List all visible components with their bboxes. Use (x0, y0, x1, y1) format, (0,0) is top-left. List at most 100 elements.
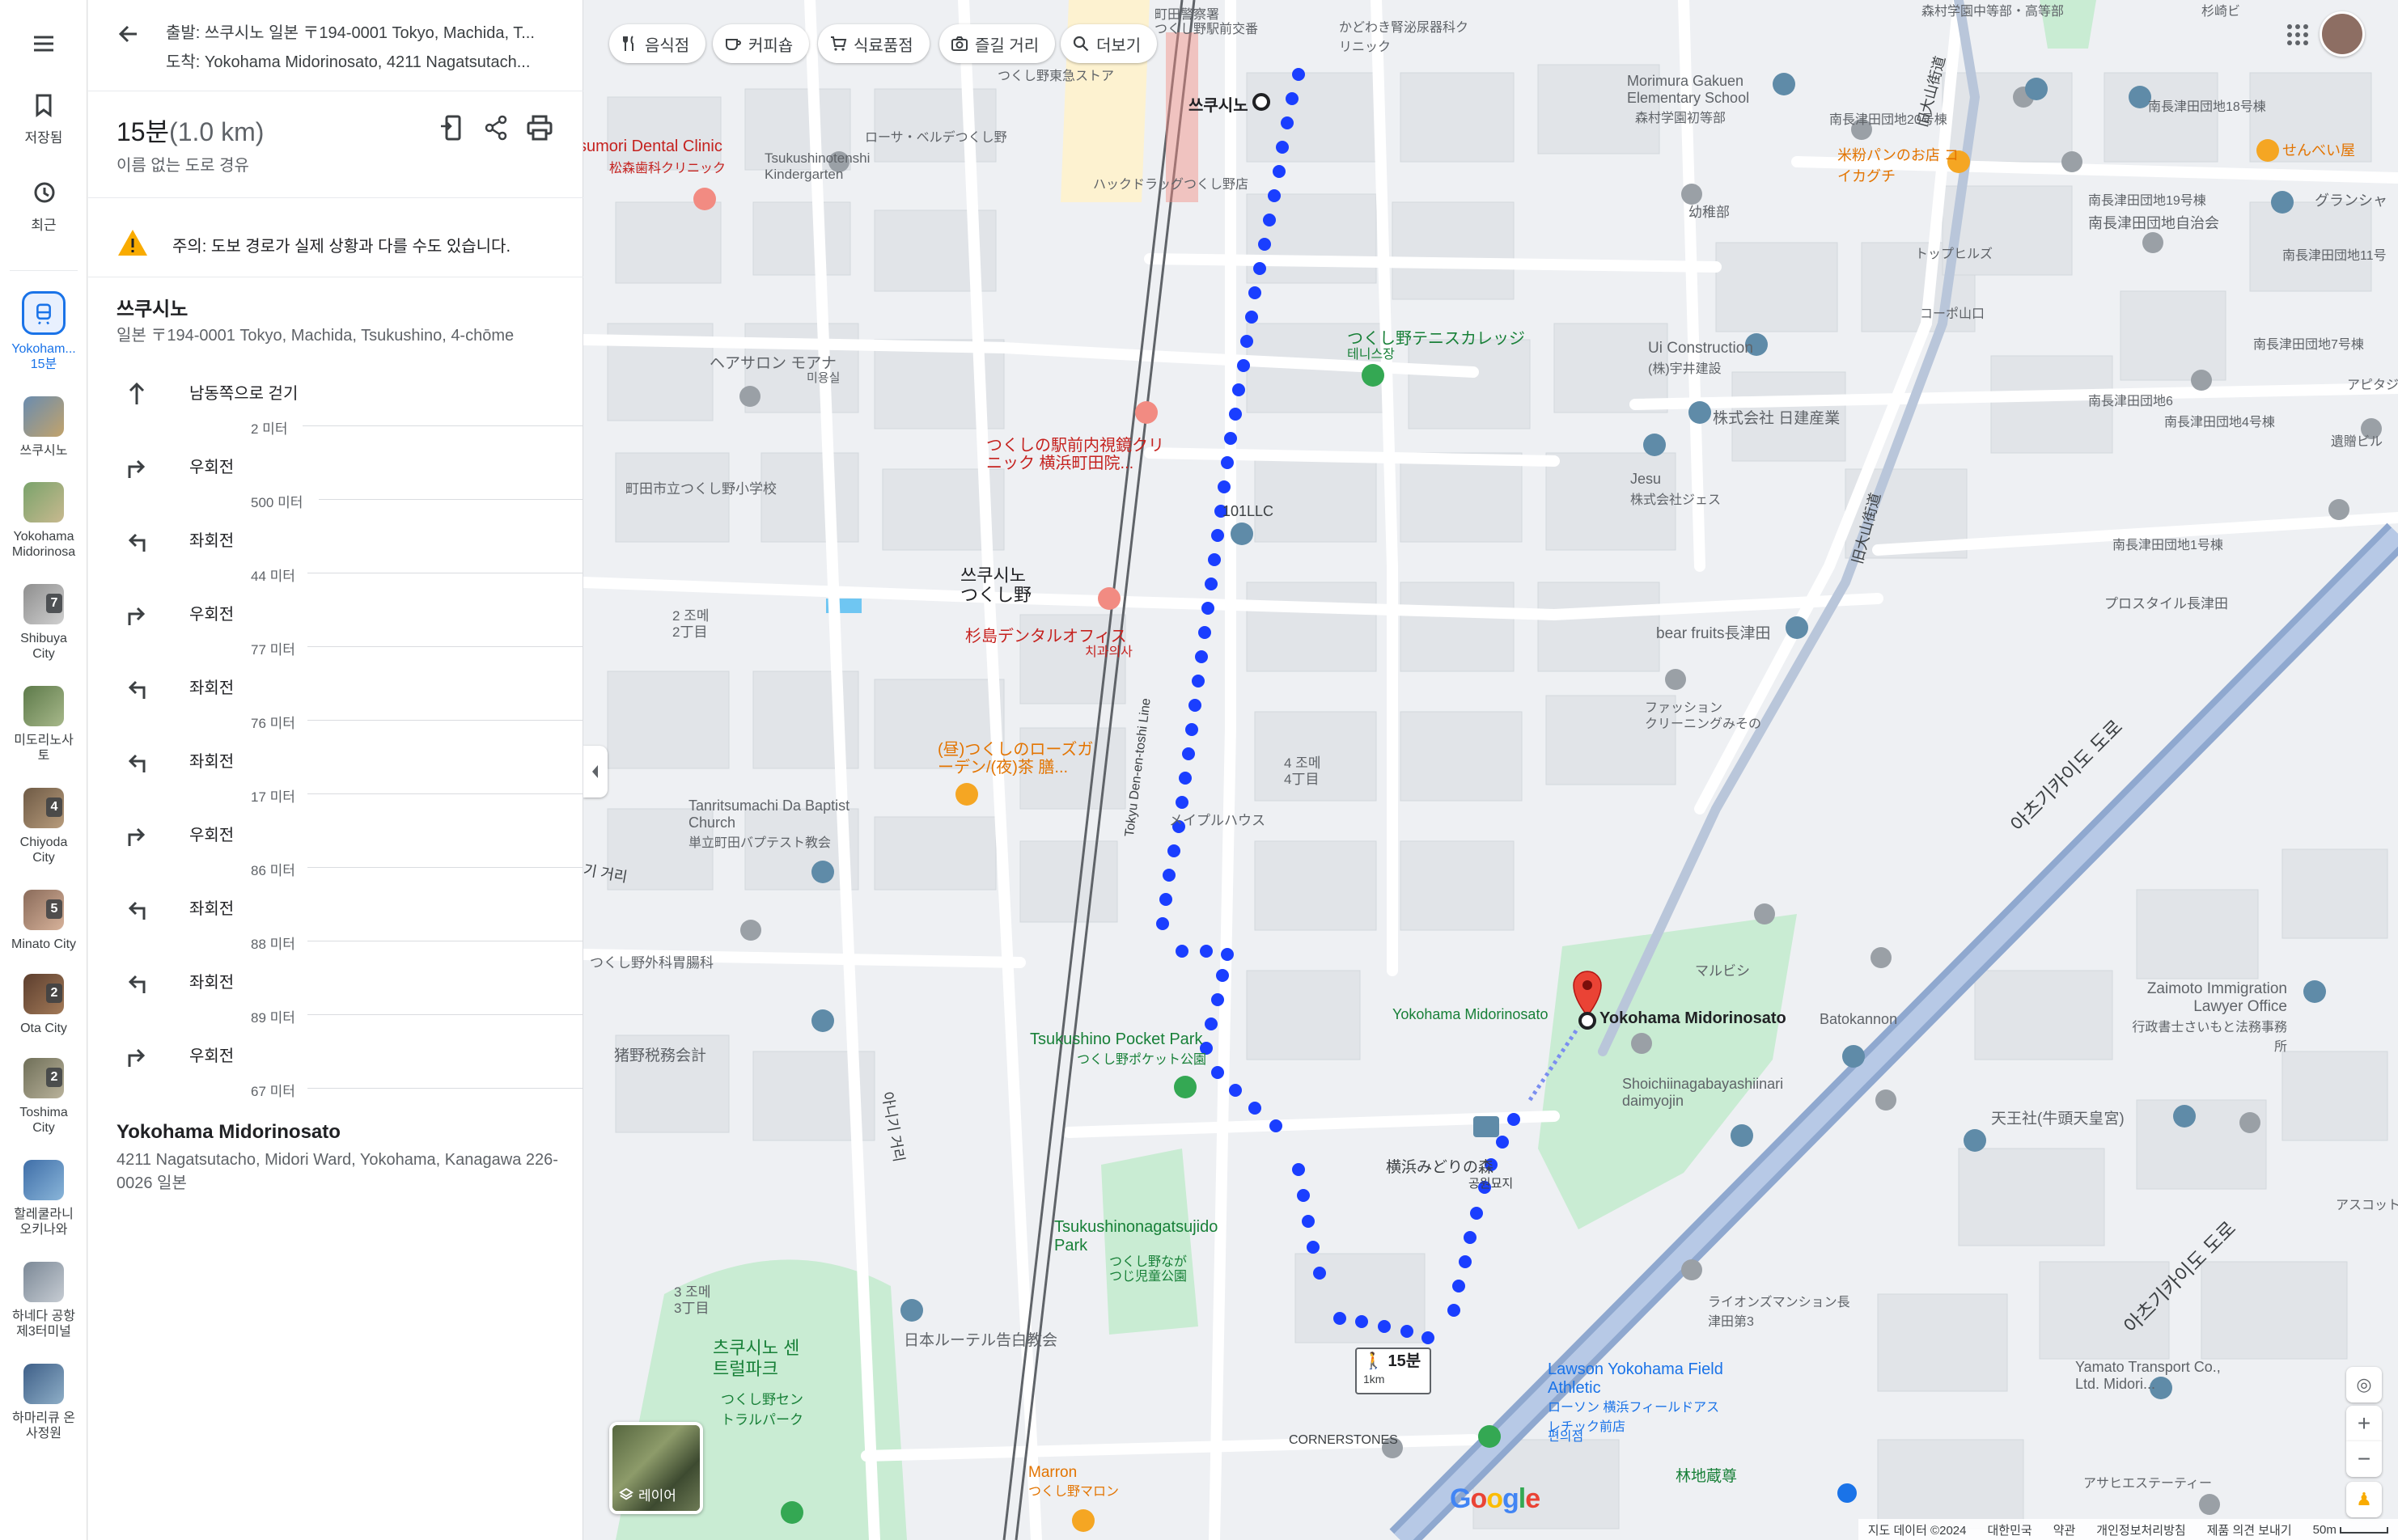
poi-marker[interactable] (1231, 522, 1253, 545)
poi-label: つくし野外科胃腸科 (590, 955, 714, 971)
step-item[interactable]: 좌회전 76 미터 (117, 663, 584, 737)
step-distance: 2 미터 (251, 421, 288, 437)
menu-button[interactable] (0, 28, 87, 65)
privacy-link[interactable]: 개인정보처리방침 (2096, 1521, 2185, 1538)
poi-label: 미용실 (807, 371, 841, 385)
poi-label: Batokannon (1820, 1011, 1898, 1027)
layers-button[interactable]: 레이어 (609, 1422, 703, 1514)
terms-link[interactable]: 약관 (2053, 1521, 2076, 1538)
district-label: 4 조메 4丁目 (1284, 755, 1321, 787)
apps-grid-icon[interactable] (2286, 23, 2310, 47)
region-link[interactable]: 대한민국 (1987, 1521, 2032, 1538)
my-location-button[interactable]: ◎ (2346, 1367, 2382, 1402)
route-badge-time: 15분 (1388, 1352, 1421, 1370)
walking-icon: 🚶 (1363, 1352, 1383, 1370)
route-summary: 15분(1.0 km) (117, 112, 264, 149)
scale-label[interactable]: 50m (2313, 1523, 2388, 1537)
route-duration-badge[interactable]: 🚶 15분 1km (1355, 1348, 1431, 1394)
poi-label: 単立町田バプテスト教会 (688, 836, 832, 850)
turn-right-icon (128, 827, 146, 846)
poi-label: 南長津田団地7号棟 (2253, 338, 2364, 352)
step-item[interactable]: 우회전 77 미터 (117, 590, 584, 663)
poi-label: Zaimoto Immigration Lawyer Office (2146, 980, 2287, 1015)
poi-label: マルビシ (1695, 963, 1750, 979)
step-item[interactable]: 좌회전 17 미터 (117, 737, 584, 810)
directions-panel: 출발: 쓰쿠시노 일본 〒194-0001 Tokyo, Machida, T.… (88, 0, 584, 1540)
chip-label: 즐길 거리 (975, 36, 1040, 55)
recent-button[interactable]: 최근 (0, 176, 87, 234)
layers-label-row: 레이어 (619, 1484, 676, 1504)
history-item[interactable]: 하마리큐 온사정원 (0, 1364, 87, 1441)
share-icon[interactable] (480, 112, 512, 144)
chevron-left-icon (592, 765, 598, 778)
collapse-panel-button[interactable] (583, 746, 608, 798)
poi-label: 공원묘지 (1468, 1177, 1514, 1191)
map-canvas[interactable]: 쓰쿠시노 Yokohama Midorinosato Yokohama Mido… (583, 0, 2398, 1540)
history-count-badge: 7 (46, 594, 62, 613)
saved-button[interactable]: 저장됨 (0, 89, 87, 146)
step-item[interactable]: 남동쪽으로 걷기 2 미터 (117, 369, 584, 442)
history-item[interactable]: Yokohama Midorinosa (0, 482, 87, 560)
route-time: 15분 (117, 117, 170, 146)
history-item[interactable]: 미도리노사토 (0, 686, 87, 764)
destination-map-label[interactable]: Yokohama Midorinosato (1599, 1009, 1786, 1028)
my-location-icon: ◎ (2356, 1374, 2372, 1394)
poi-label: 南長津田団地11号 (2282, 249, 2387, 263)
step-item[interactable]: 우회전 86 미터 (117, 810, 584, 884)
poi-label: 南長津田団地4号棟 (2164, 416, 2275, 429)
origin-line[interactable]: 출발: 쓰쿠시노 일본 〒194-0001 Tokyo, Machida, T.… (166, 19, 570, 43)
destination-line[interactable]: 도착: Yokohama Midorinosato, 4211 Nagatsut… (166, 49, 570, 72)
active-route-label-2: 15분 (30, 358, 57, 371)
history-thumb (23, 1262, 64, 1302)
history-thumb (23, 396, 64, 437)
poi-label: 南長津田団地18号棟 (2148, 100, 2266, 114)
poi-label: アピタジ (2347, 379, 2398, 392)
step-item[interactable]: 우회전 500 미터 (117, 442, 584, 516)
history-item[interactable]: 7 Shibuya City (0, 584, 87, 662)
poi-label: Tsukushinotenshi Kindergarten (765, 150, 871, 182)
step-divider (303, 425, 584, 426)
step-item[interactable]: 좌회전 89 미터 (117, 958, 584, 1031)
history-item[interactable]: 5 Minato City (0, 890, 87, 952)
history-item[interactable]: 2 Ota City (0, 974, 87, 1036)
step-item[interactable]: 좌회전 44 미터 (117, 516, 584, 590)
step-action: 남동쪽으로 걷기 (189, 385, 299, 403)
zoom-out-button[interactable]: − (2346, 1441, 2382, 1477)
poi-label: 편의점 (1548, 1430, 1584, 1444)
chip-groceries[interactable]: 식료품점 (818, 24, 930, 63)
step-item[interactable]: 우회전 67 미터 (117, 1031, 584, 1105)
origin-marker[interactable] (1252, 93, 1270, 111)
poi-label: アスコット (2336, 1199, 2398, 1212)
poi-label: 南長津田団地自治会 (2088, 215, 2219, 231)
chip-more[interactable]: 더보기 (1061, 24, 1158, 63)
account-avatar[interactable] (2320, 11, 2365, 57)
origin-map-label[interactable]: 쓰쿠시노 (1188, 92, 1248, 116)
zoom-in-button[interactable]: + (2346, 1406, 2382, 1441)
chip-things-to-do[interactable]: 즐길 거리 (939, 24, 1056, 63)
step-item[interactable]: 좌회전 88 미터 (117, 884, 584, 958)
chip-coffee[interactable]: 커피숍 (713, 24, 810, 63)
history-item[interactable]: 4 Chiyoda City (0, 788, 87, 865)
poi-label: 101LLC (1222, 503, 1274, 519)
print-icon[interactable] (523, 112, 556, 144)
chip-restaurants[interactable]: 음식점 (609, 24, 706, 63)
active-route-item[interactable]: Yokoham... 15분 (0, 291, 87, 372)
history-count-badge: 5 (46, 899, 62, 919)
poi-label: 松森歯科クリニック (609, 162, 727, 176)
step-action: 좌회전 (189, 974, 235, 992)
step-divider (307, 793, 584, 794)
history-item[interactable]: 하네다 공항 제3터미널 (0, 1262, 87, 1339)
step-divider (319, 499, 584, 500)
history-item[interactable]: 쓰쿠시노 (0, 396, 87, 459)
send-to-phone-icon[interactable] (436, 112, 468, 144)
history-item[interactable]: 할레쿨라니 오키나와 (0, 1160, 87, 1238)
poi-label: CORNERSTONES (1289, 1433, 1398, 1447)
history-item[interactable]: 2 Toshima City (0, 1058, 87, 1136)
history-count-badge: 2 (46, 984, 62, 1003)
feedback-link[interactable]: 제품 의견 보내기 (2207, 1521, 2292, 1538)
step-divider (307, 646, 584, 647)
pegman-button[interactable]: ♟ (2346, 1482, 2382, 1517)
back-arrow-icon[interactable] (112, 18, 145, 50)
history-label: 하네다 공항 제3터미널 (11, 1309, 76, 1339)
poi-label: せんべい屋 (2282, 142, 2355, 159)
